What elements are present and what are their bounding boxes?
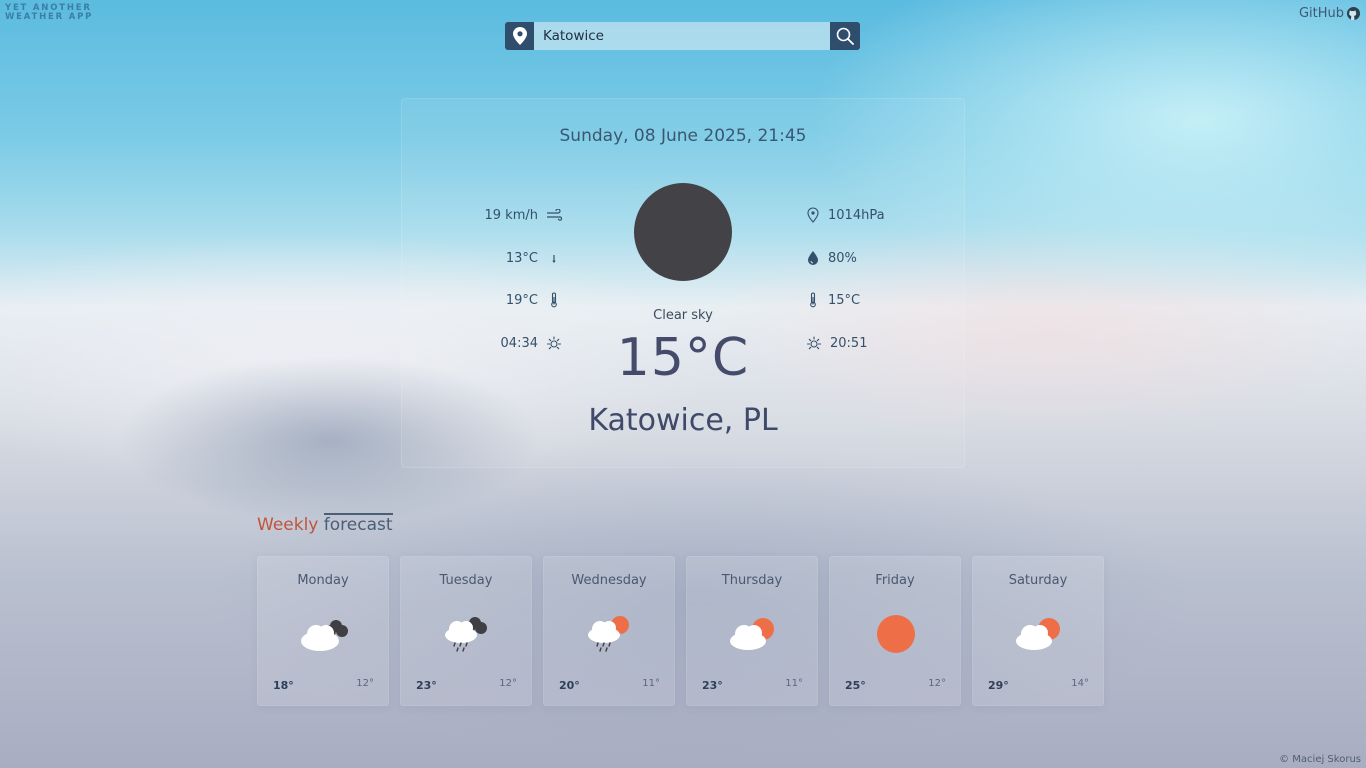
pressure-gauge-icon [807,207,819,223]
day-name: Monday [297,573,349,588]
forecast-day-card: Friday 25° 12° [829,556,961,706]
day-low-temp: 11° [642,678,660,689]
weekly-title-word-2: forecast [323,513,393,535]
forecast-day-card: Thursday 23° 11° [686,556,818,706]
wind-speed-stat: 19 km/h [484,206,562,224]
cloud-sun-icon [1016,618,1060,650]
feels-like-stat: 15°C [806,291,860,309]
wind-speed-value: 19 km/h [484,207,539,223]
magnifier-icon [836,27,854,45]
copyright-footer: © Maciej Skorus [1279,754,1361,765]
day-high-temp: 20° [559,679,580,692]
pressure-stat: 1014hPa [806,206,885,224]
forecast-day-card: Monday 18° 12° [257,556,389,706]
feels-like-value: 15°C [828,292,861,308]
github-label: GitHub [1298,6,1344,21]
day-high-temp: 29° [988,679,1009,692]
day-low-temp: 12° [356,678,374,689]
humidity-drop-icon [808,251,818,265]
min-temp-value: 13°C [505,250,538,266]
forecast-day-card: Wednesday 20° 11° [543,556,675,706]
clear-night-moon-icon [634,183,732,281]
current-datetime: Sunday, 08 June 2025, 21:45 [559,126,807,146]
weekly-forecast-title: Weekly forecast [257,513,393,535]
github-icon [1347,7,1360,20]
day-high-temp: 23° [702,679,723,692]
cloud-sun-rain-icon [588,616,629,652]
max-temp-value: 19°C [505,292,538,308]
cloud-sun-icon [730,618,774,650]
day-low-temp: 14° [1071,678,1089,689]
forecast-day-card: Saturday 29° 14° [972,556,1104,706]
search-bar [505,22,860,50]
sun-icon [877,615,915,653]
cloud-rain-icon [445,617,487,652]
thermometer-icon [810,292,816,308]
city-name: Katowice, PL [588,403,778,438]
brand-line-2: WEATHER APP [5,12,94,22]
day-name: Friday [875,573,915,588]
day-high-temp: 25° [845,679,866,692]
city-search-input[interactable] [534,22,830,50]
day-high-temp: 18° [273,679,294,692]
humidity-value: 80% [828,250,857,266]
app-logo: YET ANOTHER WEATHER APP [5,4,93,22]
day-low-temp: 12° [928,678,946,689]
arrow-down-icon [552,255,556,263]
weather-condition: Clear sky [653,308,713,323]
day-name: Tuesday [439,573,493,588]
day-name: Wednesday [571,573,647,588]
forecast-days: Monday 18° 12° Tuesday 23° 12° Wednesday… [257,556,1104,706]
cloud-dark-icon [301,620,348,651]
thermometer-icon [551,292,557,308]
github-link[interactable]: GitHub [1299,6,1360,21]
humidity-stat: 80% [806,249,857,267]
day-low-temp: 11° [785,678,803,689]
map-pin-icon [505,22,534,50]
day-name: Thursday [721,573,783,588]
wind-icon [547,209,562,221]
day-name: Saturday [1008,573,1068,588]
max-temp-stat: 19°C [506,291,562,309]
day-low-temp: 12° [499,678,517,689]
min-temp-stat: 13°C [506,249,562,267]
current-temperature: 15°C [616,328,750,388]
pressure-value: 1014hPa [828,207,885,223]
forecast-day-card: Tuesday 23° 12° [400,556,532,706]
search-button[interactable] [830,22,860,50]
weekly-title-word-1: Weekly [257,515,319,535]
day-high-temp: 23° [416,679,437,692]
